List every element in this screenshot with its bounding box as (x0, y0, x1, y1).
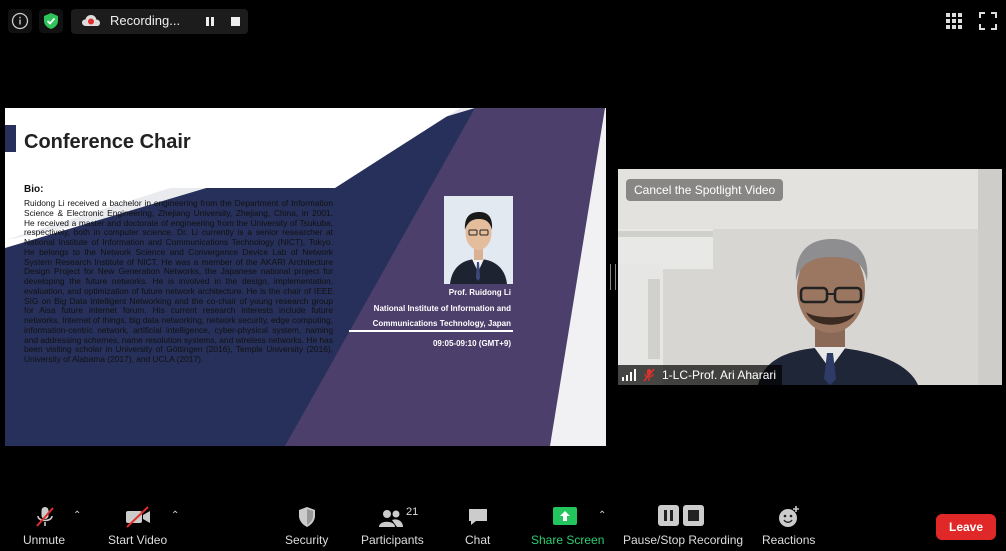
caption-divider (349, 330, 513, 332)
mic-muted-icon (36, 507, 54, 527)
share-options-caret-icon[interactable]: ⌃ (598, 510, 606, 521)
cloud-record-icon (82, 15, 100, 26)
speaker-name: Prof. Ruidong Li (448, 288, 511, 297)
cancel-spotlight-button[interactable]: Cancel the Spotlight Video (626, 179, 784, 201)
pause-recording-icon[interactable] (205, 17, 215, 27)
speaker-time-slot: 09:05-09:10 (GMT+9) (432, 339, 511, 348)
slide-title: Conference Chair (24, 131, 191, 153)
participants-icon (379, 510, 403, 527)
stop-recording-icon[interactable] (231, 17, 240, 26)
speaker-affiliation-line1: National Institute of Information and (373, 304, 511, 313)
info-icon[interactable] (8, 9, 32, 33)
reactions-icon (779, 506, 799, 527)
video-off-icon (126, 506, 150, 528)
mic-muted-icon (643, 368, 655, 382)
participant-name: 1-LC-Prof. Ari Aharari (662, 368, 777, 382)
shield-check-icon[interactable] (39, 9, 63, 33)
share-screen-icon (553, 507, 577, 525)
shield-icon (299, 507, 315, 527)
meeting-top-bar: Recording... (0, 0, 1006, 42)
pause-stop-recording-icon (658, 505, 704, 526)
security-button[interactable]: Security (283, 496, 331, 551)
participants-button[interactable]: 21 Participants (358, 496, 430, 551)
meeting-toolbar: Unmute ⌃ Start Video ⌃ Security 21 Parti… (0, 496, 1006, 551)
signal-bars-icon (622, 369, 636, 381)
shared-screen-slide: Conference Chair Bio: Ruidong Li receive… (5, 108, 606, 446)
share-screen-button[interactable]: Share Screen (529, 496, 605, 551)
spotlight-video-tile[interactable]: Cancel the Spotlight Video 1-LC-Prof. Ar… (618, 169, 1002, 385)
chat-button[interactable]: Chat (461, 496, 495, 551)
recording-indicator: Recording... (71, 9, 248, 34)
fullscreen-icon[interactable] (979, 12, 999, 32)
reactions-button[interactable]: Reactions (760, 496, 816, 551)
chat-icon (469, 509, 487, 525)
start-video-button[interactable]: Start Video (104, 496, 170, 551)
start-video-label: Start Video (108, 533, 168, 547)
share-screen-label: Share Screen (531, 533, 605, 547)
split-view-resize-handle[interactable] (610, 264, 616, 290)
speaker-photo (444, 196, 513, 284)
speaker-affiliation-line2: Communications Technology, Japan (372, 319, 511, 328)
audio-options-caret-icon[interactable]: ⌃ (73, 510, 81, 521)
unmute-label: Unmute (23, 533, 66, 547)
reactions-label: Reactions (762, 533, 816, 547)
bio-text: Ruidong Li received a bachelor in engine… (24, 198, 333, 364)
participants-count: 21 (406, 506, 419, 518)
grid-view-icon[interactable] (945, 12, 965, 32)
slide-title-accent (5, 125, 16, 152)
participant-name-tag: 1-LC-Prof. Ari Aharari (618, 365, 783, 385)
leave-button[interactable]: Leave (936, 514, 996, 540)
security-label: Security (285, 533, 329, 547)
bio-label: Bio: (24, 184, 44, 195)
pause-stop-recording-label: Pause/Stop Recording (623, 533, 744, 547)
pause-stop-recording-button[interactable]: Pause/Stop Recording (621, 496, 744, 551)
unmute-button[interactable]: Unmute (20, 496, 72, 551)
video-options-caret-icon[interactable]: ⌃ (171, 510, 179, 521)
recording-label: Recording... (110, 13, 181, 28)
chat-label: Chat (465, 533, 491, 547)
participants-label: Participants (361, 533, 424, 547)
participant-video-feed (618, 169, 1002, 385)
